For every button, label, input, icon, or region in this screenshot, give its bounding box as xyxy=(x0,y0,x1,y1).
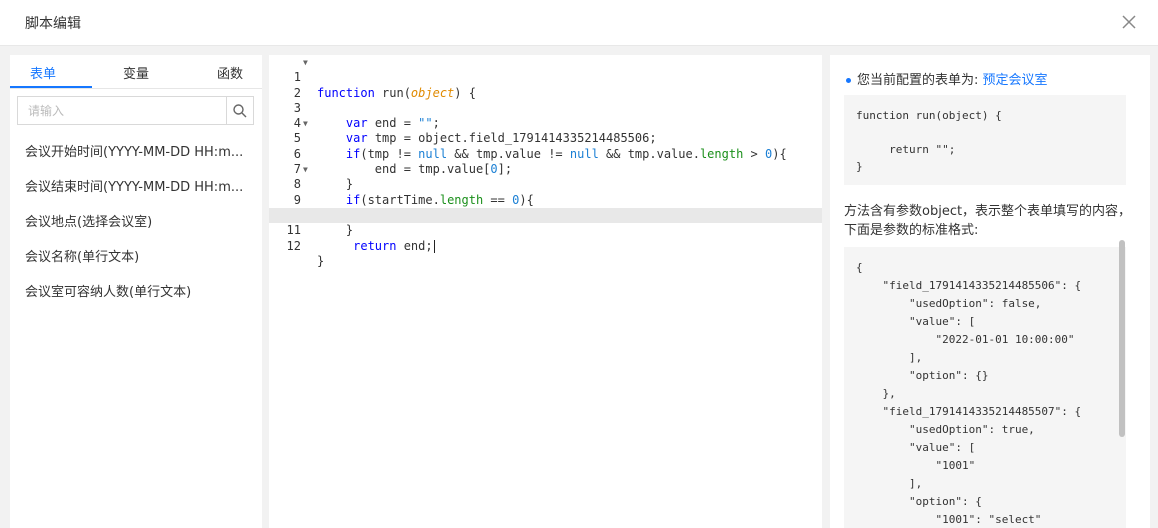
list-item[interactable]: 会议地点(选择会议室) xyxy=(25,211,255,230)
search-icon xyxy=(233,103,247,117)
note-label: 您当前配置的表单为: xyxy=(857,73,979,88)
list-item[interactable]: 会议室可容纳人数(单行文本) xyxy=(25,281,255,300)
schema-line: }, xyxy=(856,387,896,400)
code-line: 10 } xyxy=(269,193,822,237)
schema-line: ], xyxy=(856,477,923,490)
code-line: 9 end = ""; xyxy=(269,177,822,222)
sample-line: return ""; xyxy=(856,143,956,156)
sample-line: function run(object) { xyxy=(856,109,1002,122)
tab-functions[interactable]: 函数 xyxy=(217,63,243,82)
schema-line: "1001" xyxy=(856,459,976,472)
form-note: 您当前配置的表单为: 预定会议室 xyxy=(846,69,1048,88)
schema-line: { xyxy=(856,261,863,274)
code-line: 2 xyxy=(269,70,822,100)
code-line: 4 var tmp = object.field_179141433521448… xyxy=(269,101,822,145)
dialog-title: 脚本编辑 xyxy=(25,16,81,32)
schema-code-block: { "field_1791414335214485506": { "usedOp… xyxy=(844,247,1126,528)
code-line: 5 ▼ if(tmp != null && tmp.value != null &… xyxy=(269,116,822,161)
tab-form[interactable]: 表单 xyxy=(30,63,56,82)
bullet-icon xyxy=(846,78,851,83)
fold-icon[interactable]: ▼ xyxy=(303,162,308,177)
schema-line: "value": [ xyxy=(856,441,976,454)
sample-line xyxy=(856,124,1114,141)
code-text: } xyxy=(317,253,325,268)
code-line: 8 ▼ if(startTime.length == 0){ xyxy=(269,162,822,207)
form-name-link[interactable]: 预定会议室 xyxy=(983,73,1048,88)
schema-line: "1001": "select" xyxy=(856,513,1042,526)
code-line: 12 } xyxy=(269,223,822,268)
close-icon[interactable] xyxy=(1118,11,1140,33)
list-item[interactable]: 会议结束时间(YYYY-MM-DD HH:m... xyxy=(25,176,255,195)
schema-line: "usedOption": false, xyxy=(856,297,1042,310)
tab-variables[interactable]: 变量 xyxy=(123,63,149,82)
code-line: 1 ▼ function run(object) { xyxy=(269,55,822,100)
sample-line: } xyxy=(856,160,863,173)
param-description: 方法含有参数object，表示整个表单填写的内容，下面是参数的标准格式: xyxy=(844,204,1132,238)
schema-line: "value": [ xyxy=(856,315,976,328)
scrollbar-thumb[interactable] xyxy=(1119,240,1125,437)
code-text: return end; xyxy=(353,238,435,253)
script-editor-dialog: 脚本编辑 表单 变量 函数 会议开始时间(YYYY-MM-DD HH:m... … xyxy=(0,0,1158,528)
schema-line: "field_1791414335214485507": { xyxy=(856,405,1082,418)
list-item[interactable]: 会议开始时间(YYYY-MM-DD HH:m... xyxy=(25,141,255,160)
schema-line: "field_1791414335214485506": { xyxy=(856,279,1082,292)
field-panel: 表单 变量 函数 会议开始时间(YYYY-MM-DD HH:m... 会议结束时… xyxy=(10,55,262,528)
search-input[interactable] xyxy=(18,97,228,124)
fold-icon[interactable]: ▼ xyxy=(303,55,308,70)
search-button[interactable] xyxy=(226,97,253,124)
schema-line: ], xyxy=(856,351,923,364)
schema-line: "option": {} xyxy=(856,369,989,382)
help-panel: 您当前配置的表单为: 预定会议室 function run(object) { … xyxy=(830,55,1150,528)
code-line: 3 var end = ""; xyxy=(269,86,822,130)
sample-code-block: function run(object) { return ""; } xyxy=(844,95,1126,185)
code-editor[interactable]: 1 ▼ function run(object) { 2 3 var end = … xyxy=(269,55,822,528)
code-line: 6 end = tmp.value[0]; xyxy=(269,132,822,176)
schema-line: "usedOption": true, xyxy=(856,423,1035,436)
search-box xyxy=(17,96,254,125)
list-item[interactable]: 会议名称(单行文本) xyxy=(25,246,255,265)
schema-line: "option": { xyxy=(856,495,982,508)
panel-tabs: 表单 变量 函数 xyxy=(10,55,262,89)
line-number: 12 xyxy=(286,238,301,253)
code-line: 7 } xyxy=(269,147,822,191)
text-cursor xyxy=(433,239,435,253)
fold-icon[interactable]: ▼ xyxy=(303,116,308,131)
active-tab-indicator xyxy=(10,86,92,88)
dialog-header: 脚本编辑 xyxy=(0,0,1158,46)
code-line-active: 11 return end; xyxy=(269,208,822,253)
schema-line: "2022-01-01 10:00:00" xyxy=(856,333,1075,346)
